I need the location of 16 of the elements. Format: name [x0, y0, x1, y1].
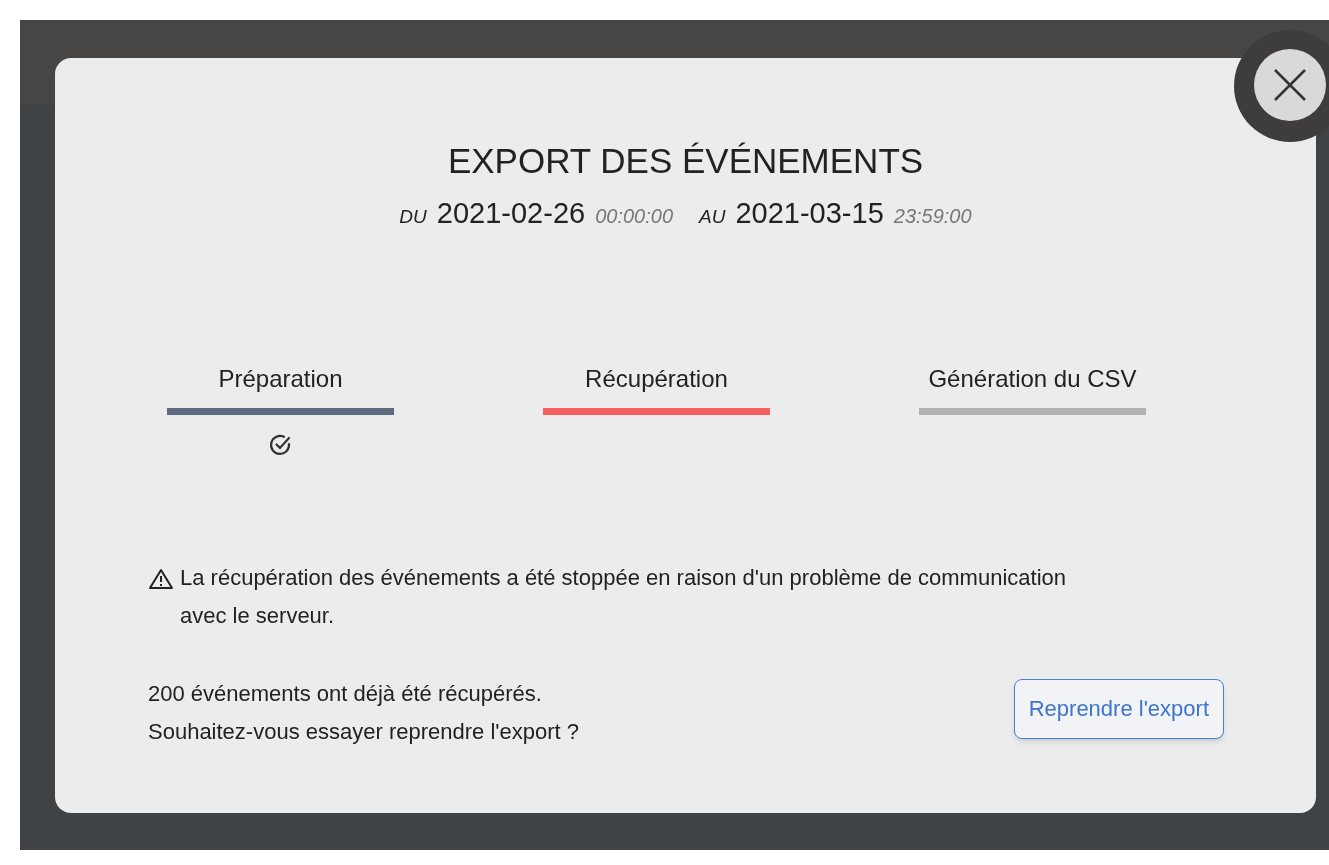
from-date: 2021-02-26	[436, 196, 586, 231]
to-time: 23:59:00	[893, 204, 972, 229]
warning-message: La récupération des événements a été stoppée en raison d'un problème de communication avec le serveur.	[180, 564, 1067, 630]
step-label: Préparation	[218, 363, 343, 394]
from-time: 00:00:00	[595, 204, 673, 229]
to-label: AU	[699, 205, 726, 229]
info-text: 200 événements ont déjà été récupérés.	[148, 680, 543, 708]
step-label: Récupération	[585, 363, 728, 394]
to-date: 2021-03-15	[735, 196, 884, 231]
close-icon	[1273, 68, 1307, 102]
dialog-title: EXPORT DES ÉVÉNEMENTS	[447, 140, 924, 182]
from-label: DU	[399, 205, 427, 229]
step-label: Génération du CSV	[928, 363, 1137, 394]
warning-icon	[148, 568, 174, 590]
resume-export-button[interactable]: Reprendre l'export	[1013, 679, 1224, 739]
info-text: Souhaitez-vous essayer reprendre l'export ?	[148, 718, 579, 746]
